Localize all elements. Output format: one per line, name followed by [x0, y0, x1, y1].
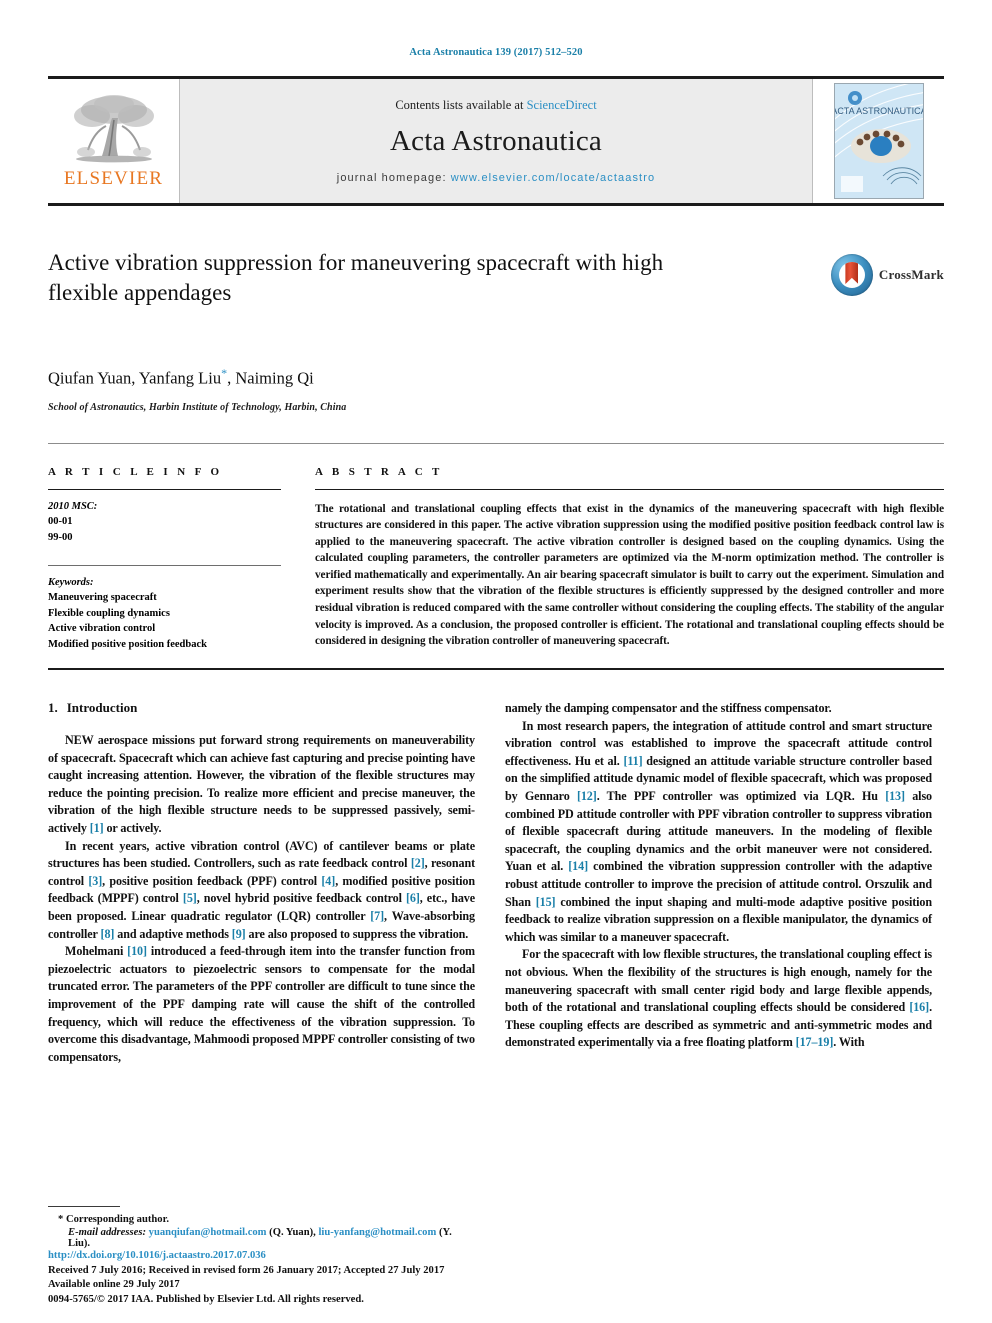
- keyword-item: Modified positive position feedback: [48, 638, 207, 650]
- citation-reference[interactable]: [15]: [536, 895, 556, 909]
- section-number: 1.: [48, 700, 58, 715]
- author-names: Qiufan Yuan, Yanfang Liu: [48, 368, 222, 388]
- body-column-left: 1. Introduction NEW aerospace missions pu…: [48, 700, 475, 1066]
- crossmark-badge-group[interactable]: CrossMark: [830, 254, 944, 296]
- journal-homepage-label: journal homepage:: [336, 172, 447, 184]
- email-addresses-line: E-mail addresses: yuanqiufan@hotmail.com…: [68, 1227, 475, 1249]
- keywords-group: Keywords: Maneuvering spacecraft Flexibl…: [48, 566, 281, 653]
- masthead-center: Contents lists available at ScienceDirec…: [180, 79, 812, 203]
- section-title-text: Introduction: [66, 700, 138, 715]
- running-head: Acta Astronautica 139 (2017) 512–520: [409, 47, 583, 58]
- paragraph: In recent years, active vibration contro…: [48, 838, 476, 941]
- body-columns: 1. Introduction NEW aerospace missions pu…: [48, 700, 944, 1066]
- msc-label: 2010 MSC:: [48, 500, 98, 512]
- keyword-item: Flexible coupling dynamics: [48, 607, 170, 619]
- journal-masthead: ELSEVIER Contents lists available at Sci…: [48, 76, 944, 206]
- citation-reference[interactable]: [5]: [183, 891, 197, 905]
- msc-code: 99-00: [48, 531, 73, 543]
- abstract-heading: A B S T R A C T: [315, 465, 443, 478]
- msc-group: 2010 MSC: 00-01 99-00: [48, 490, 281, 565]
- citation-reference[interactable]: [12]: [577, 789, 597, 803]
- page-title: Active vibration suppression for maneuve…: [48, 250, 664, 305]
- journal-homepage-line: journal homepage: www.elsevier.com/locat…: [337, 172, 655, 184]
- email-link-1[interactable]: yuanqiufan@hotmail.com: [149, 1227, 267, 1238]
- citation-reference[interactable]: [4]: [321, 874, 335, 888]
- title-block: Active vibration suppression for maneuve…: [48, 248, 944, 340]
- citation-reference[interactable]: [9]: [232, 927, 246, 941]
- citation-reference[interactable]: [7]: [370, 909, 384, 923]
- elsevier-tree-icon: [68, 92, 160, 170]
- journal-homepage-url[interactable]: www.elsevier.com/locate/actaastro: [451, 172, 655, 184]
- doi-link[interactable]: http://dx.doi.org/10.1016/j.actaastro.20…: [48, 1249, 648, 1264]
- crossmark-icon: [830, 254, 873, 296]
- copyright-line: 0094-5765/© 2017 IAA. Published by Elsev…: [48, 1293, 364, 1305]
- msc-code: 00-01: [48, 516, 73, 527]
- author-list: Qiufan Yuan, Yanfang Liu*, Naiming Qi: [48, 366, 944, 389]
- journal-cover-thumbnail: ACTA ASTRONAUTICA: [833, 83, 924, 199]
- crossmark-label: CrossMark: [878, 267, 944, 282]
- email-label: E-mail addresses:: [68, 1227, 146, 1238]
- paragraph: namely the damping compensator and the s…: [505, 701, 832, 715]
- keyword-item: Active vibration control: [48, 623, 156, 634]
- citation-reference[interactable]: [13]: [885, 789, 905, 803]
- citation-reference[interactable]: [17–19]: [796, 1035, 834, 1049]
- citation-reference[interactable]: [14]: [568, 859, 588, 873]
- article-info-column: A R T I C L E I N F O 2010 MSC: 00-01 99…: [48, 466, 281, 653]
- citation-reference[interactable]: [10]: [127, 944, 147, 958]
- citation-reference[interactable]: [8]: [101, 927, 115, 941]
- citation-reference[interactable]: [1]: [90, 821, 104, 835]
- sciencedirect-link[interactable]: ScienceDirect: [527, 98, 597, 112]
- info-abstract-panel: A R T I C L E I N F O 2010 MSC: 00-01 99…: [48, 442, 944, 653]
- author-names-tail: , Naiming Qi: [227, 368, 314, 388]
- email-link-2[interactable]: liu-yanfang@hotmail.com: [318, 1227, 436, 1238]
- journal-cover-block: ACTA ASTRONAUTICA: [812, 79, 944, 203]
- paragraph: NEW aerospace missions put forward stron…: [48, 733, 475, 835]
- svg-text:ACTA ASTRONAUTICA: ACTA ASTRONAUTICA: [835, 106, 923, 116]
- footnote-block: * Corresponding author. E-mail addresses…: [48, 1206, 475, 1249]
- publication-info: http://dx.doi.org/10.1016/j.actaastro.20…: [48, 1249, 648, 1307]
- citation-reference[interactable]: [16]: [909, 1000, 929, 1014]
- abstract-text: The rotational and translational couplin…: [315, 502, 944, 648]
- publisher-logo-block: ELSEVIER: [48, 79, 180, 203]
- citation-reference[interactable]: [3]: [88, 874, 102, 888]
- abstract-rule-bottom: [48, 668, 944, 670]
- elsevier-wordmark: ELSEVIER: [63, 168, 164, 189]
- citation-reference[interactable]: [6]: [406, 891, 420, 905]
- available-online: Available online 29 July 2017: [48, 1279, 180, 1290]
- affiliation: School of Astronautics, Harbin Institute…: [48, 401, 347, 413]
- citation-reference[interactable]: [11]: [623, 754, 642, 768]
- footnote-divider: [48, 1206, 120, 1207]
- received-history: Received 7 July 2016; Received in revise…: [48, 1264, 445, 1276]
- paragraph: Mohelmani [10] introduced a feed-through…: [48, 944, 475, 1064]
- article-info-heading: A R T I C L E I N F O: [48, 465, 223, 478]
- abstract-column: A B S T R A C T The rotational and trans…: [315, 466, 944, 653]
- section-heading-introduction: 1. Introduction: [48, 700, 475, 716]
- contents-prefix: Contents lists available at: [395, 98, 527, 112]
- corresponding-author-note: * Corresponding author.: [58, 1214, 169, 1225]
- contents-available-line: Contents lists available at ScienceDirec…: [395, 98, 596, 113]
- body-column-right: namely the damping compensator and the s…: [505, 700, 932, 1066]
- keyword-item: Maneuvering spacecraft: [48, 592, 157, 603]
- citation-reference[interactable]: [2]: [411, 856, 425, 870]
- paper-page: Acta Astronautica 139 (2017) 512–520 ELS…: [0, 0, 992, 1323]
- keywords-label: Keywords:: [48, 576, 94, 588]
- journal-title: Acta Astronautica: [390, 125, 602, 157]
- paragraph: For the spacecraft with low flexible str…: [505, 947, 932, 1050]
- email-owner-1: (Q. Yuan),: [269, 1227, 316, 1238]
- paragraph: In most research papers, the integration…: [505, 718, 932, 944]
